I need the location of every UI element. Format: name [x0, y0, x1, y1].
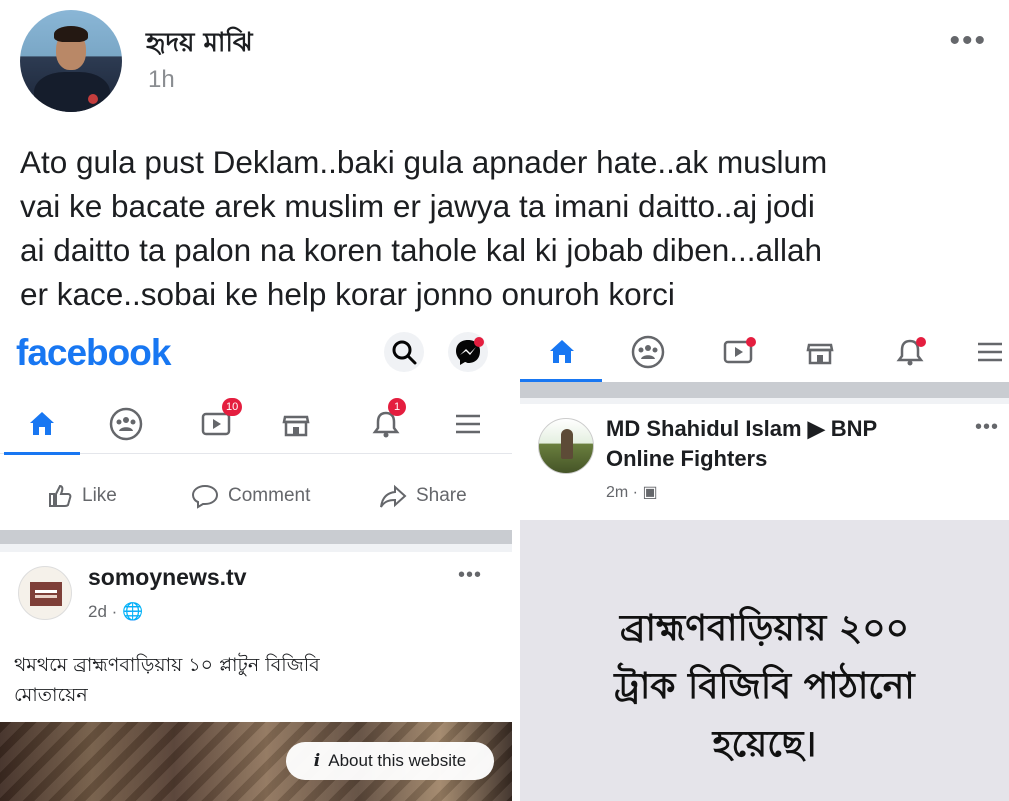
post-text-line: ai daitto ta palon na koren tahole kal k… — [20, 232, 823, 268]
marketplace-icon — [806, 343, 834, 365]
notifications-badge: 1 — [388, 398, 406, 416]
post-header: হৃদয় মাঝি 1h ••• — [0, 0, 1009, 140]
more-options-icon[interactable]: ••• — [975, 416, 999, 439]
group-title-line: Online Fighters — [606, 446, 768, 471]
group-timestamp[interactable]: 2m · ▣ — [606, 482, 658, 502]
facebook-logo: facebook — [16, 332, 171, 373]
right-nav-bar — [520, 322, 1009, 382]
somoy-logo — [30, 582, 62, 606]
more-options-icon[interactable]: ••• — [949, 24, 987, 58]
author-avatar[interactable] — [20, 10, 122, 112]
right-screenshot: MD Shahidul Islam ▶ BNP Online Fighters … — [520, 322, 1009, 801]
left-nav-bar: 10 1 — [0, 394, 512, 455]
home-icon — [30, 412, 54, 435]
like-icon — [49, 484, 72, 507]
text-card: ব্রাহ্মণবাড়িয়ায় ২০০ ট্রাক বিজিবি পাঠা… — [520, 520, 1009, 801]
avatar-hair — [54, 26, 88, 42]
like-label: Like — [82, 485, 117, 506]
nav-menu-tab[interactable] — [438, 394, 498, 454]
nav-groups-tab[interactable] — [96, 394, 156, 454]
nav-marketplace-tab[interactable] — [266, 394, 326, 454]
post-body: Ato gula pust Deklam..baki gula apnader … — [20, 140, 1005, 316]
news-timestamp[interactable]: 2d · 🌐 — [88, 602, 143, 622]
card-line: ব্রাহ্মণবাড়িয়ায় ২০০ — [619, 608, 910, 649]
card-text: ব্রাহ্মণবাড়িয়ায় ২০০ ট্রাক বিজিবি পাঠা… — [520, 600, 1009, 774]
more-options-icon[interactable]: ••• — [458, 564, 482, 587]
left-screenshot: facebook 10 1 Like Comment Share somoyne… — [0, 322, 512, 801]
feed-separator — [520, 382, 1009, 398]
watch-badge: 10 — [222, 398, 243, 416]
news-headline: থমথমে ব্রাহ্মণবাড়িয়ায় ১০ প্লাটুন বিজি… — [14, 650, 504, 710]
group-title-line: MD Shahidul Islam ▶ BNP — [606, 416, 878, 441]
menu-icon — [456, 414, 480, 434]
like-button[interactable]: Like — [46, 482, 117, 510]
messenger-icon[interactable] — [448, 332, 488, 372]
about-label: About this website — [328, 751, 467, 770]
nav-home-tab[interactable] — [12, 394, 72, 454]
marketplace-icon — [282, 415, 310, 437]
page-avatar[interactable] — [18, 566, 72, 620]
nav-notifications-tab[interactable] — [880, 322, 940, 382]
comment-icon — [191, 484, 219, 509]
avatar-figure — [561, 429, 573, 459]
share-icon — [380, 484, 407, 508]
group-avatar[interactable] — [538, 418, 594, 474]
nav-notifications-tab[interactable]: 1 — [356, 394, 416, 454]
video-icon — [723, 337, 756, 364]
news-link-image[interactable]: i About this website — [0, 722, 512, 801]
share-button[interactable]: Share — [378, 482, 467, 510]
post-text-line: Ato gula pust Deklam..baki gula apnader … — [20, 144, 828, 180]
page-name[interactable]: somoynews.tv — [88, 564, 247, 591]
group-post-title[interactable]: MD Shahidul Islam ▶ BNP Online Fighters — [606, 414, 966, 474]
feed-separator-light — [0, 544, 512, 552]
nav-groups-tab[interactable] — [618, 322, 678, 382]
groups-icon — [109, 407, 143, 441]
groups-icon — [631, 335, 665, 369]
avatar-body — [34, 72, 110, 112]
info-icon: i — [313, 751, 321, 771]
home-icon — [550, 340, 574, 363]
card-line: ট্রাক বিজিবি পাঠানো — [614, 666, 915, 707]
share-label: Share — [416, 485, 467, 506]
active-tab-indicator — [4, 452, 80, 455]
nav-watch-tab[interactable] — [708, 322, 768, 382]
nav-home-tab[interactable] — [532, 322, 592, 382]
card-line: হয়েছে। — [712, 724, 817, 765]
post-text-line: er kace..sobai ke help korar jonno onuro… — [20, 276, 675, 312]
post-text-line: vai ke bacate arek muslim er jawya ta im… — [20, 188, 815, 224]
comment-button[interactable]: Comment — [190, 482, 310, 510]
search-icon[interactable] — [384, 332, 424, 372]
nav-marketplace-tab[interactable] — [790, 322, 850, 382]
nav-menu-tab[interactable] — [960, 322, 1009, 382]
avatar-badge — [88, 94, 98, 104]
post-timestamp[interactable]: 1h — [148, 66, 175, 94]
headline-line: থমথমে ব্রাহ্মণবাড়িয়ায় ১০ প্লাটুন বিজি… — [14, 654, 320, 676]
feed-separator-light — [520, 398, 1009, 404]
menu-icon — [978, 342, 1002, 362]
bell-icon — [896, 337, 926, 366]
author-name[interactable]: হৃদয় মাঝি — [146, 22, 253, 66]
comment-label: Comment — [228, 485, 311, 506]
feed-separator — [0, 530, 512, 544]
headline-line: মোতায়েন — [14, 684, 88, 706]
post-actions: Like Comment Share — [0, 472, 512, 526]
nav-watch-tab[interactable]: 10 — [186, 394, 246, 454]
about-website-button[interactable]: i About this website — [286, 742, 494, 780]
